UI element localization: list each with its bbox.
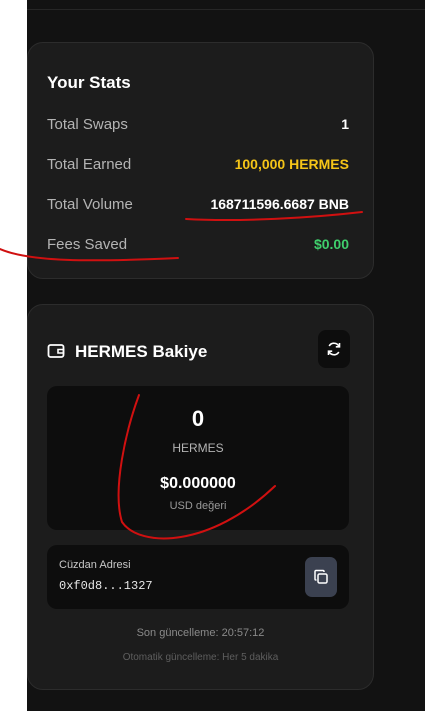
balance-usd-value: $0.000000 [160, 475, 236, 492]
stat-label: Fees Saved [47, 236, 128, 253]
stats-card: Your Stats Total Swaps 1 Total Earned 10… [27, 42, 374, 279]
stat-row-total-swaps: Total Swaps 1 [47, 116, 349, 138]
balance-amount: 0 [191, 406, 205, 431]
balance-display: 0 HERMES $0.000000 USD değeri [47, 386, 349, 530]
stat-row-total-earned: Total Earned 100,000 HERMES [47, 156, 349, 178]
stat-value: $0.00 [313, 236, 349, 252]
balance-title: HERMES Bakiye [75, 342, 208, 361]
balance-usd-label: USD değeri [169, 500, 227, 512]
stat-value: 100,000 HERMES [234, 156, 349, 172]
copy-icon [314, 569, 328, 584]
refresh-button[interactable] [318, 330, 350, 368]
balance-token: HERMES [172, 441, 224, 455]
wallet-address-label: Cüzdan Adresi [59, 559, 131, 571]
stat-label: Total Earned [47, 156, 132, 173]
stat-value: 1 [341, 116, 349, 132]
copy-address-button[interactable] [305, 557, 337, 597]
last-updated: Son güncelleme: 20:57:12 [136, 627, 265, 639]
wallet-address-box: Cüzdan Adresi 0xf0d8...1327 [47, 545, 349, 609]
wallet-address: 0xf0d8...1327 [59, 579, 153, 593]
stat-value: 168711596.6687 BNB [210, 196, 349, 212]
stats-title: Your Stats [47, 73, 131, 92]
auto-update-note: Otomatik güncelleme: Her 5 dakika [122, 652, 279, 663]
stat-label: Total Volume [47, 196, 133, 213]
stat-label: Total Swaps [47, 116, 128, 133]
header-divider [27, 9, 425, 10]
hermes-balance-card: HERMES Bakiye 0 HERMES $0.000000 USD değ… [27, 304, 374, 690]
stat-row-fees-saved: Fees Saved $0.00 [47, 236, 349, 258]
wallet-icon [47, 342, 65, 360]
refresh-icon [327, 342, 341, 356]
stat-row-total-volume: Total Volume 168711596.6687 BNB [47, 196, 349, 218]
